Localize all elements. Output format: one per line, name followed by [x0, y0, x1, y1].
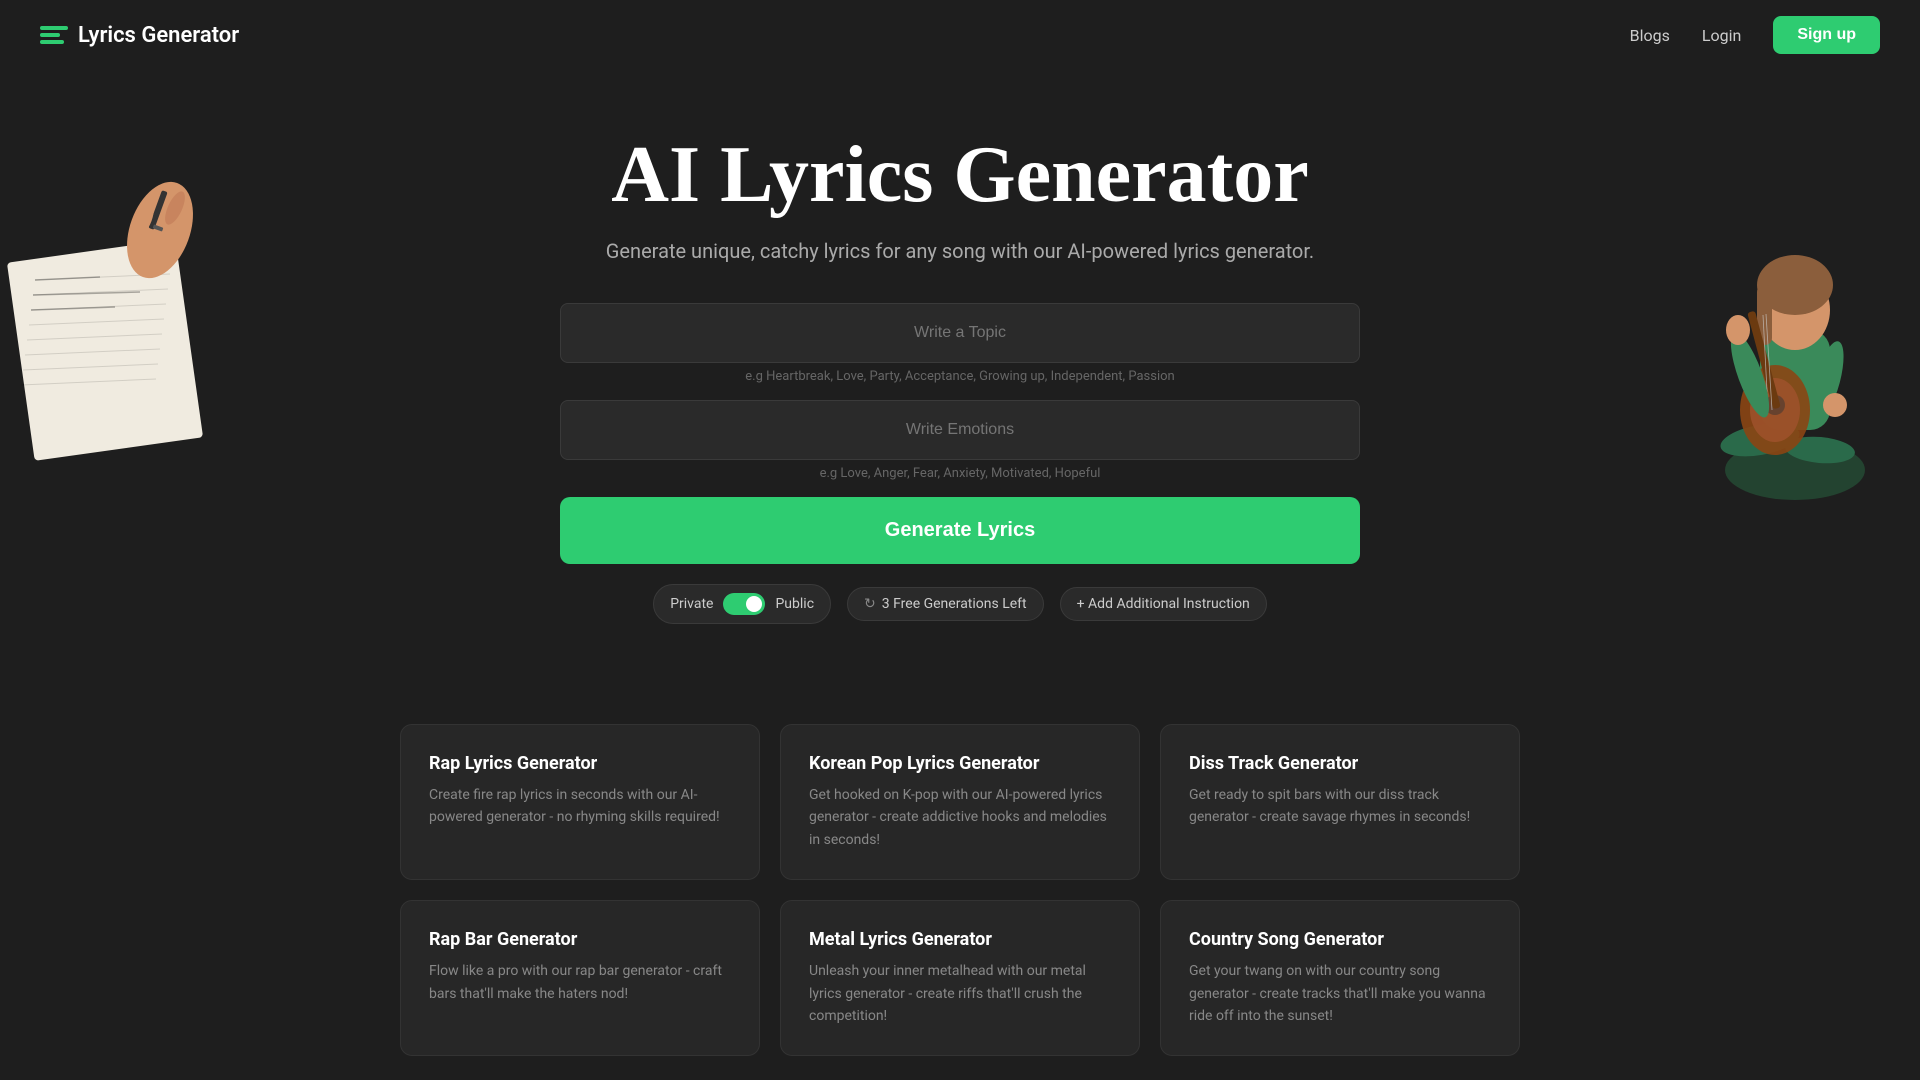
nav-links: Blogs Login Sign up — [1630, 16, 1880, 54]
emotions-input[interactable] — [560, 400, 1360, 460]
private-label: Private — [670, 596, 713, 612]
card-desc-3: Flow like a pro with our rap bar generat… — [429, 960, 731, 1005]
nav-login-link[interactable]: Login — [1702, 26, 1741, 45]
cards-grid: Rap Lyrics Generator Create fire rap lyr… — [400, 724, 1520, 1056]
logo-text: Lyrics Generator — [78, 23, 239, 48]
card-title-3: Rap Bar Generator — [429, 929, 731, 950]
generate-button[interactable]: Generate Lyrics — [560, 497, 1360, 564]
card-title-1: Korean Pop Lyrics Generator — [809, 753, 1111, 774]
logo-bar-3 — [40, 40, 64, 44]
add-instruction-button[interactable]: + Add Additional Instruction — [1060, 587, 1267, 621]
card-desc-5: Get your twang on with our country song … — [1189, 960, 1491, 1027]
navbar: Lyrics Generator Blogs Login Sign up — [0, 0, 1920, 70]
card-desc-0: Create fire rap lyrics in seconds with o… — [429, 784, 731, 829]
card-item[interactable]: Country Song Generator Get your twang on… — [1160, 900, 1520, 1056]
card-title-4: Metal Lyrics Generator — [809, 929, 1111, 950]
hero-subtitle: Generate unique, catchy lyrics for any s… — [20, 239, 1900, 263]
signup-button[interactable]: Sign up — [1773, 16, 1880, 54]
public-label: Public — [775, 596, 814, 612]
cards-section: Rap Lyrics Generator Create fire rap lyr… — [360, 724, 1560, 1056]
card-item[interactable]: Korean Pop Lyrics Generator Get hooked o… — [780, 724, 1140, 880]
card-desc-4: Unleash your inner metalhead with our me… — [809, 960, 1111, 1027]
card-item[interactable]: Diss Track Generator Get ready to spit b… — [1160, 724, 1520, 880]
toggle-knob — [746, 596, 762, 612]
topic-hint: e.g Heartbreak, Love, Party, Acceptance,… — [560, 369, 1360, 384]
generations-label: 3 Free Generations Left — [882, 596, 1027, 612]
logo-icon — [40, 21, 68, 49]
nav-blogs-link[interactable]: Blogs — [1630, 26, 1670, 45]
topic-input[interactable] — [560, 303, 1360, 363]
toggle-switch[interactable] — [723, 593, 765, 615]
privacy-toggle[interactable]: Private Public — [653, 584, 831, 624]
controls-row: Private Public ↻ 3 Free Generations Left… — [560, 584, 1360, 624]
logo[interactable]: Lyrics Generator — [40, 21, 239, 49]
refresh-icon: ↻ — [864, 596, 876, 612]
card-item[interactable]: Rap Bar Generator Flow like a pro with o… — [400, 900, 760, 1056]
emotions-hint: e.g Love, Anger, Fear, Anxiety, Motivate… — [560, 466, 1360, 481]
card-desc-2: Get ready to spit bars with our diss tra… — [1189, 784, 1491, 829]
hero-title: AI Lyrics Generator — [20, 130, 1900, 221]
logo-bar-2 — [40, 33, 60, 37]
generations-badge: ↻ 3 Free Generations Left — [847, 587, 1044, 621]
logo-bar-1 — [40, 26, 68, 30]
card-title-5: Country Song Generator — [1189, 929, 1491, 950]
card-title-0: Rap Lyrics Generator — [429, 753, 731, 774]
card-desc-1: Get hooked on K-pop with our AI-powered … — [809, 784, 1111, 851]
card-item[interactable]: Rap Lyrics Generator Create fire rap lyr… — [400, 724, 760, 880]
add-instruction-label: + Add Additional Instruction — [1077, 596, 1250, 612]
form-container: e.g Heartbreak, Love, Party, Acceptance,… — [560, 303, 1360, 624]
hero-section: AI Lyrics Generator Generate unique, cat… — [0, 70, 1920, 724]
card-title-2: Diss Track Generator — [1189, 753, 1491, 774]
card-item[interactable]: Metal Lyrics Generator Unleash your inne… — [780, 900, 1140, 1056]
